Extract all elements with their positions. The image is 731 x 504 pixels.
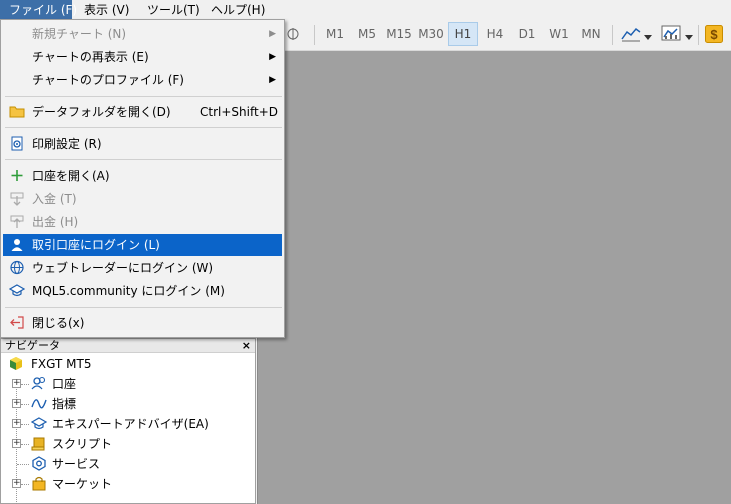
menu-item-label: 口座を開く(A) (32, 169, 110, 183)
menu-item-open-account[interactable]: 口座を開く(A) (3, 165, 282, 187)
menu-item-open-data-folder[interactable]: データフォルダを開く(D) Ctrl+Shift+D (3, 101, 282, 123)
menu-separator (5, 96, 282, 97)
menu-help[interactable]: ヘルプ(H) (202, 0, 274, 20)
menu-item-label: データフォルダを開く(D) (32, 105, 171, 119)
menu-item-chart-profile[interactable]: チャートのプロファイル (F) ▶ (3, 69, 282, 91)
graduation-cap-icon (30, 416, 48, 437)
timeframe-mn[interactable]: MN (576, 22, 606, 46)
toolbar-separator (612, 25, 613, 45)
timeframe-m1[interactable]: M1 (320, 22, 350, 46)
menu-item-reopen-chart[interactable]: チャートの再表示 (E) ▶ (3, 46, 282, 68)
navigator-panel: ナビゲータ × FXGT MT5 + 口座 + 指標 + エキスパートアドバイザ… (0, 338, 256, 504)
expand-icon[interactable]: + (12, 479, 21, 488)
menu-separator (5, 307, 282, 308)
menu-view[interactable]: 表示 (V) (75, 0, 138, 20)
submenu-arrow-icon: ▶ (269, 75, 276, 85)
menu-item-login-web-trader[interactable]: ウェブトレーダーにログイン (W) (3, 257, 282, 279)
navigator-item-label: サービス (52, 457, 101, 471)
timeframe-m5[interactable]: M5 (352, 22, 382, 46)
menu-separator (5, 159, 282, 160)
navigator-item-label: 指標 (52, 397, 77, 411)
chevron-down-icon[interactable] (644, 30, 652, 44)
menu-item-label: 取引口座にログイン (L) (32, 238, 160, 252)
script-icon (31, 436, 47, 457)
navigator-item-label: 口座 (52, 377, 77, 391)
indicators-icon (31, 396, 47, 417)
menu-item-label: 新規チャート (N) (32, 27, 127, 41)
timeframe-w1[interactable]: W1 (544, 22, 574, 46)
expand-icon[interactable]: + (12, 439, 21, 448)
exit-icon (9, 315, 25, 337)
menu-file[interactable]: ファイル (F) (0, 0, 77, 20)
navigator-header: ナビゲータ × (1, 339, 255, 353)
menu-item-shortcut: Ctrl+Shift+D (200, 105, 278, 119)
fxgt-logo-icon (9, 356, 23, 377)
file-menu-dropdown: 新規チャート (N) ▶ チャートの再表示 (E) ▶ チャートのプロファイル … (0, 19, 285, 338)
navigator-item-label: マーケット (52, 477, 113, 491)
menu-item-label: 入金 (T) (32, 192, 77, 206)
timeframe-d1[interactable]: D1 (512, 22, 542, 46)
print-setup-icon (9, 136, 25, 158)
timeframe-h1[interactable]: H1 (448, 22, 478, 46)
menu-item-login-trade-account[interactable]: 取引口座にログイン (L) (3, 234, 282, 256)
navigator-title: ナビゲータ (5, 339, 60, 352)
menu-item-label: 閉じる(x) (32, 316, 85, 330)
menu-item-deposit[interactable]: 入金 (T) (3, 188, 282, 210)
toolbar-separator (698, 25, 699, 45)
shopping-bag-icon (31, 476, 47, 497)
expand-icon[interactable]: + (12, 419, 21, 428)
dollar-icon[interactable]: $ (705, 25, 723, 46)
menu-item-login-mql5[interactable]: MQL5.community にログイン (M) (3, 280, 282, 302)
navigator-close-button[interactable]: × (242, 339, 251, 352)
deposit-icon (9, 191, 25, 213)
menu-item-label: 出金 (H) (32, 215, 79, 229)
submenu-arrow-icon: ▶ (269, 52, 276, 62)
timeframe-m15[interactable]: M15 (384, 22, 414, 46)
navigator-item-label: エキスパートアドバイザ(EA) (52, 417, 209, 431)
navigator-item-label: スクリプト (52, 437, 113, 451)
menu-item-label: MQL5.community にログイン (M) (32, 284, 225, 298)
menu-item-close[interactable]: 閉じる(x) (3, 312, 282, 334)
expand-icon[interactable]: + (12, 399, 21, 408)
menu-item-label: ウェブトレーダーにログイン (W) (32, 261, 214, 275)
expand-icon[interactable]: + (12, 379, 21, 388)
globe-icon (9, 260, 25, 282)
line-chart-icon[interactable] (621, 25, 641, 46)
menu-tools[interactable]: ツール(T) (138, 0, 209, 20)
menu-bar: ファイル (F) 表示 (V) ツール(T) ヘルプ(H) (0, 0, 731, 20)
menu-item-print-setup[interactable]: 印刷設定 (R) (3, 133, 282, 155)
services-gear-icon (31, 456, 47, 477)
menu-item-label: チャートの再表示 (E) (32, 50, 149, 64)
folder-icon (9, 104, 25, 126)
graduation-cap-icon (8, 283, 26, 305)
menu-item-new-chart[interactable]: 新規チャート (N) ▶ (3, 23, 282, 45)
menu-item-label: 印刷設定 (R) (32, 137, 102, 151)
chevron-down-icon[interactable] (685, 30, 693, 44)
user-icon (9, 237, 25, 259)
navigator-root-label: FXGT MT5 (31, 357, 92, 371)
accounts-icon (31, 376, 47, 397)
timeframe-h4[interactable]: H4 (480, 22, 510, 46)
crosshair-icon[interactable] (286, 26, 300, 45)
indicators-icon[interactable] (661, 25, 681, 46)
submenu-arrow-icon: ▶ (269, 29, 276, 39)
svg-text:$: $ (710, 27, 718, 42)
menu-item-label: チャートのプロファイル (F) (32, 73, 184, 87)
menu-separator (5, 127, 282, 128)
plus-icon (9, 168, 25, 190)
chart-area[interactable] (257, 51, 731, 504)
toolbar-separator (314, 25, 315, 45)
timeframe-m30[interactable]: M30 (416, 22, 446, 46)
menu-item-withdraw[interactable]: 出金 (H) (3, 211, 282, 233)
withdraw-icon (9, 214, 25, 236)
